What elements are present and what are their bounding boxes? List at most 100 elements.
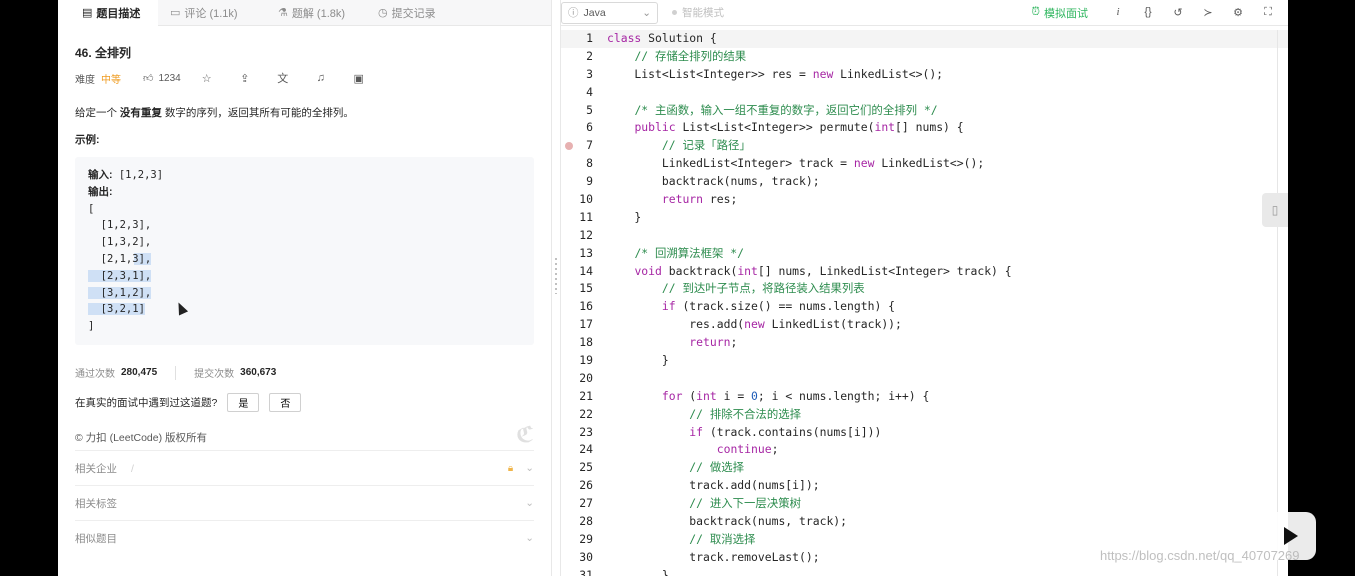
editor-scrollbar[interactable] bbox=[1277, 30, 1278, 576]
tab-submissions[interactable]: ◷ 提交记录 bbox=[366, 0, 486, 26]
code-line[interactable]: 5 /* 主函数，输入一组不重复的数字，返回它们的全排列 */ bbox=[561, 102, 1288, 120]
line-number[interactable]: 17 bbox=[561, 316, 593, 334]
line-number[interactable]: 4 bbox=[561, 84, 593, 102]
feedback-icon[interactable]: ▣ bbox=[347, 72, 371, 85]
bell-icon[interactable]: ♫ bbox=[309, 72, 333, 84]
tab-description[interactable]: ▤ 题目描述 bbox=[58, 0, 158, 26]
code-area[interactable]: 1 class Solution {2 // 存储全排列的结果 3 List<Lis… bbox=[561, 30, 1288, 576]
code-line[interactable]: 21 for (int i = 0; i < nums.length; i++)… bbox=[561, 388, 1288, 406]
line-number[interactable]: 1 bbox=[561, 30, 593, 48]
code-line[interactable]: 25 // 做选择 bbox=[561, 459, 1288, 477]
tab-comments[interactable]: ▭ 评论 (1.1k) bbox=[158, 0, 266, 26]
code-text: void backtrack(int[] nums, LinkedList<In… bbox=[634, 263, 1012, 278]
code-line[interactable]: 14 void backtrack(int[] nums, LinkedList… bbox=[561, 263, 1288, 281]
line-number[interactable]: 12 bbox=[561, 227, 593, 245]
line-number[interactable]: 7 bbox=[561, 137, 593, 155]
line-number[interactable]: 24 bbox=[561, 441, 593, 459]
code-text: } bbox=[607, 353, 669, 368]
code-line[interactable]: 19 } bbox=[561, 352, 1288, 370]
console-icon[interactable]: ≻ bbox=[1200, 6, 1216, 19]
line-number[interactable]: 30 bbox=[561, 549, 593, 567]
accordion-companies[interactable]: 相关企业 / 🔒︎ ⌄ bbox=[75, 450, 534, 485]
share-icon[interactable]: ⇪ bbox=[233, 72, 257, 85]
code-line[interactable]: 17 res.add(new LinkedList(track)); bbox=[561, 316, 1288, 334]
difficulty-label: 难度 bbox=[75, 74, 95, 86]
breakpoint-icon[interactable] bbox=[565, 142, 573, 151]
line-number[interactable]: 13 bbox=[561, 245, 593, 263]
code-line[interactable]: 4 bbox=[561, 84, 1288, 102]
code-text: track.add(nums[i]); bbox=[607, 478, 820, 493]
tab-solutions[interactable]: ⚗ 题解 (1.8k) bbox=[266, 0, 366, 26]
line-number[interactable]: 2 bbox=[561, 48, 593, 66]
code-line[interactable]: 2 // 存储全排列的结果 bbox=[561, 48, 1288, 66]
line-number[interactable]: 25 bbox=[561, 459, 593, 477]
side-note-icon[interactable]: ▯ bbox=[1262, 193, 1288, 227]
line-number[interactable]: 19 bbox=[561, 352, 593, 370]
code-line[interactable]: 10 return res; bbox=[561, 191, 1288, 209]
code-line[interactable]: 3 List<List<Integer>> res = new LinkedLi… bbox=[561, 66, 1288, 84]
fullscreen-icon[interactable]: ⛶ bbox=[1260, 6, 1276, 19]
line-number[interactable]: 5 bbox=[561, 102, 593, 120]
translate-icon[interactable]: 文 bbox=[271, 70, 295, 86]
line-number[interactable]: 26 bbox=[561, 477, 593, 495]
code-text: // 做选择 bbox=[689, 460, 745, 475]
accordion-label: 相似题目 bbox=[75, 532, 117, 545]
accordion-similar[interactable]: 相似题目 ⌄ bbox=[75, 520, 534, 555]
accordion-tags[interactable]: 相关标签 ⌄ bbox=[75, 485, 534, 520]
line-number[interactable]: 9 bbox=[561, 173, 593, 191]
line-number[interactable]: 29 bbox=[561, 531, 593, 549]
line-number[interactable]: 16 bbox=[561, 298, 593, 316]
no-button[interactable]: 否 bbox=[269, 393, 302, 412]
drag-handle-icon[interactable] bbox=[555, 258, 557, 294]
language-select[interactable]: ⓘ Java ⌄ bbox=[561, 1, 658, 24]
line-number[interactable]: 11 bbox=[561, 209, 593, 227]
code-line[interactable]: 1 class Solution { bbox=[561, 30, 1288, 48]
code-line[interactable]: 18 return; bbox=[561, 334, 1288, 352]
line-number[interactable]: 10 bbox=[561, 191, 593, 209]
code-line[interactable]: 23 if (track.contains(nums[i])) bbox=[561, 424, 1288, 442]
yes-button[interactable]: 是 bbox=[227, 393, 260, 412]
mock-interview-button[interactable]: ⏰︎ 模拟面试 bbox=[1031, 5, 1088, 21]
line-number[interactable]: 22 bbox=[561, 406, 593, 424]
line-number[interactable]: 14 bbox=[561, 263, 593, 281]
line-number[interactable]: 28 bbox=[561, 513, 593, 531]
code-line[interactable]: 22 // 排除不合法的选择 bbox=[561, 406, 1288, 424]
accordion-label: 相关企业 bbox=[75, 462, 117, 475]
line-number[interactable]: 18 bbox=[561, 334, 593, 352]
line-number[interactable]: 21 bbox=[561, 388, 593, 406]
output-line: [3,2,1] bbox=[88, 301, 521, 318]
line-number[interactable]: 23 bbox=[561, 424, 593, 442]
line-number[interactable]: 3 bbox=[561, 66, 593, 84]
code-line[interactable]: 24 continue; bbox=[561, 441, 1288, 459]
line-number[interactable]: 27 bbox=[561, 495, 593, 513]
braces-icon[interactable]: {} bbox=[1140, 6, 1156, 19]
code-line[interactable]: 12 bbox=[561, 227, 1288, 245]
line-number[interactable]: 31 bbox=[561, 567, 593, 576]
reset-icon[interactable]: ↺ bbox=[1170, 6, 1186, 19]
settings-icon[interactable]: ⚙ bbox=[1230, 6, 1246, 19]
code-line[interactable]: 8 LinkedList<Integer> track = new Linked… bbox=[561, 155, 1288, 173]
line-number[interactable]: 15 bbox=[561, 280, 593, 298]
line-number[interactable]: 6 bbox=[561, 119, 593, 137]
code-line[interactable]: 20 bbox=[561, 370, 1288, 388]
star-icon[interactable]: ☆ bbox=[195, 72, 219, 85]
code-line[interactable]: 26 track.add(nums[i]); bbox=[561, 477, 1288, 495]
line-number[interactable]: 20 bbox=[561, 370, 593, 388]
info-icon[interactable]: i bbox=[1110, 6, 1126, 19]
panel-splitter[interactable] bbox=[551, 0, 561, 576]
smart-mode-toggle[interactable]: 智能模式 bbox=[672, 5, 724, 20]
problem-description: 给定一个 没有重复 数字的序列，返回其所有可能的全排列。 bbox=[75, 105, 534, 120]
code-line[interactable]: 13 /* 回溯算法框架 */ bbox=[561, 245, 1288, 263]
code-line[interactable]: 6 public List<List<Integer>> permute(int… bbox=[561, 119, 1288, 137]
line-number[interactable]: 8 bbox=[561, 155, 593, 173]
code-line[interactable]: 15 // 到达叶子节点，将路径装入结果列表 bbox=[561, 280, 1288, 298]
code-line[interactable]: 27 // 进入下一层决策树 bbox=[561, 495, 1288, 513]
code-line[interactable]: 29 // 取消选择 bbox=[561, 531, 1288, 549]
code-line[interactable]: 16 if (track.size() == nums.length) { bbox=[561, 298, 1288, 316]
code-line[interactable]: 7 // 记录「路径」 bbox=[561, 137, 1288, 155]
code-line[interactable]: 9 backtrack(nums, track); bbox=[561, 173, 1288, 191]
code-line[interactable]: 28 backtrack(nums, track); bbox=[561, 513, 1288, 531]
code-line[interactable]: 31 } bbox=[561, 567, 1288, 576]
like-button[interactable]: 👍︎ 1234 bbox=[143, 72, 181, 85]
code-line[interactable]: 11 } bbox=[561, 209, 1288, 227]
